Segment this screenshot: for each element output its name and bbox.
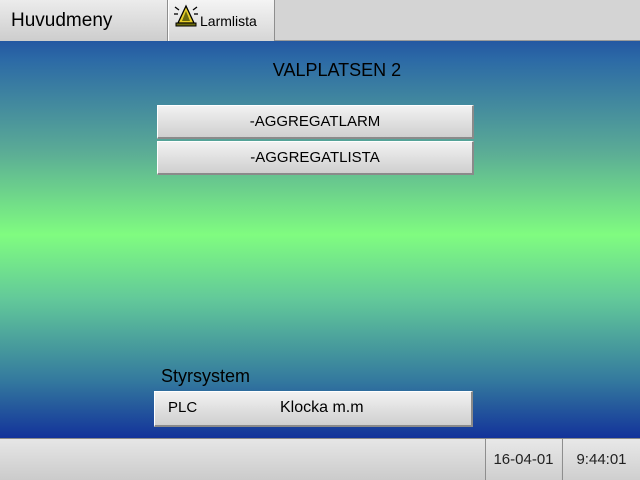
- page-title: VALPLATSEN 2: [272, 60, 402, 80]
- status-bar: 16-04-01 9:44:01: [0, 438, 640, 480]
- hmi-screen: Huvudmeny Larmlista VALPLATSEN 2 -AGGREG…: [0, 0, 640, 480]
- main-menu-label: Huvudmeny: [11, 10, 113, 31]
- status-time: 9:44:01: [562, 439, 640, 480]
- main-menu-button[interactable]: Huvudmeny: [0, 0, 168, 41]
- plc-clock-button[interactable]: PLC Klocka m.m: [154, 391, 473, 427]
- aggregatlista-button[interactable]: -AGGREGATLISTA: [157, 141, 474, 175]
- status-date: 16-04-01: [485, 439, 561, 480]
- aggregatlarm-button[interactable]: -AGGREGATLARM: [157, 105, 474, 139]
- top-bar: Huvudmeny Larmlista: [0, 0, 640, 41]
- alarm-list-label: Larmlista: [200, 13, 257, 29]
- aggregatlarm-label: -AGGREGATLARM: [249, 113, 381, 130]
- styrsystem-heading: Styrsystem: [161, 366, 251, 386]
- clock-settings-label: Klocka m.m: [280, 399, 364, 416]
- alarm-list-button[interactable]: Larmlista: [168, 0, 275, 41]
- plc-label: PLC: [168, 399, 198, 416]
- alarm-bell-icon: [174, 4, 198, 27]
- aggregatlista-label: -AGGREGATLISTA: [250, 149, 380, 166]
